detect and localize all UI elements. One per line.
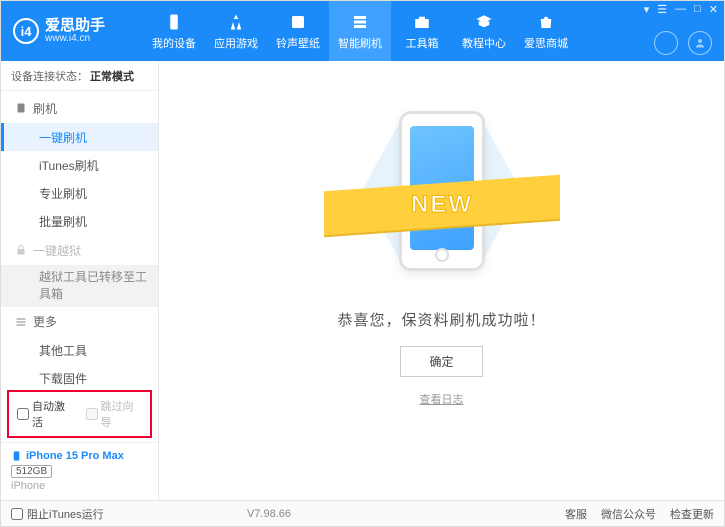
check-auto-activate[interactable]: 自动激活 <box>17 398 74 430</box>
tray-icon[interactable]: ☰ <box>657 3 667 16</box>
footer-link-wechat[interactable]: 微信公众号 <box>601 506 656 522</box>
toolbox-icon <box>412 12 432 32</box>
tab-apps-games[interactable]: 应用游戏 <box>205 1 267 61</box>
dropdown-icon[interactable]: ▾ <box>644 3 650 16</box>
new-ribbon: NEW <box>324 175 560 236</box>
app-url: www.i4.cn <box>45 33 105 44</box>
logo-icon: i4 <box>13 18 39 44</box>
apps-icon <box>226 12 246 32</box>
lock-icon <box>15 244 27 256</box>
main-content: NEW 恭喜您，保资料刷机成功啦！ 确定 查看日志 <box>159 61 724 500</box>
sidebar: 设备连接状态： 正常模式 刷机 一键刷机 iTunes刷机 专业刷机 批量刷机 … <box>1 61 159 500</box>
sidebar-jailbreak-note: 越狱工具已转移至工具箱 <box>1 265 158 307</box>
success-message: 恭喜您，保资料刷机成功啦！ <box>337 309 545 330</box>
sidebar-item-batch-flash[interactable]: 批量刷机 <box>1 207 158 235</box>
sidebar-group-jailbreak: 一键越狱 <box>1 235 158 265</box>
account-button[interactable] <box>688 31 712 55</box>
close-icon[interactable]: ✕ <box>709 3 718 16</box>
logo: i4 爱思助手 www.i4.cn <box>13 18 143 44</box>
menu-icon <box>15 316 27 328</box>
sidebar-item-other-tools[interactable]: 其他工具 <box>1 337 158 365</box>
app-name: 爱思助手 <box>45 18 105 33</box>
footer-link-support[interactable]: 客服 <box>565 506 587 522</box>
ok-button[interactable]: 确定 <box>400 346 482 377</box>
doc-icon <box>15 102 27 114</box>
sidebar-item-pro-flash[interactable]: 专业刷机 <box>1 179 158 207</box>
phone-icon <box>11 449 22 463</box>
app-header: i4 爱思助手 www.i4.cn 我的设备 应用游戏 铃声壁纸 智能刷机 <box>1 1 724 61</box>
top-tabs: 我的设备 应用游戏 铃声壁纸 智能刷机 工具箱 教程中心 <box>143 1 577 61</box>
sidebar-group-flash[interactable]: 刷机 <box>1 93 158 123</box>
tab-ringtones[interactable]: 铃声壁纸 <box>267 1 329 61</box>
sidebar-group-more[interactable]: 更多 <box>1 307 158 337</box>
footer-link-update[interactable]: 检查更新 <box>670 506 714 522</box>
flash-icon <box>350 12 370 32</box>
version-label: V7.98.66 <box>247 508 291 520</box>
sidebar-item-itunes-flash[interactable]: iTunes刷机 <box>1 151 158 179</box>
sidebar-options-box: 自动激活 跳过向导 <box>7 390 152 438</box>
tab-smart-flash[interactable]: 智能刷机 <box>329 1 391 61</box>
ringtone-icon <box>288 12 308 32</box>
tutorial-icon <box>474 12 494 32</box>
device-info[interactable]: iPhone 15 Pro Max 512GB iPhone <box>1 442 158 500</box>
success-illustration: NEW <box>352 91 532 291</box>
check-skip-setup[interactable]: 跳过向导 <box>86 398 143 430</box>
sidebar-item-download-firmware[interactable]: 下载固件 <box>1 365 158 386</box>
maximize-icon[interactable]: □ <box>694 3 701 16</box>
view-log-link[interactable]: 查看日志 <box>420 391 464 407</box>
device-icon <box>164 12 184 32</box>
store-icon <box>536 12 556 32</box>
tab-toolbox[interactable]: 工具箱 <box>391 1 453 61</box>
tab-tutorials[interactable]: 教程中心 <box>453 1 515 61</box>
minimize-icon[interactable]: — <box>675 3 686 16</box>
connection-status: 设备连接状态： 正常模式 <box>1 61 158 91</box>
tab-store[interactable]: 爱思商城 <box>515 1 577 61</box>
tab-my-device[interactable]: 我的设备 <box>143 1 205 61</box>
sidebar-item-oneclick-flash[interactable]: 一键刷机 <box>1 123 158 151</box>
status-bar: 阻止iTunes运行 V7.98.66 客服 微信公众号 检查更新 <box>1 500 724 526</box>
download-button[interactable] <box>654 31 678 55</box>
window-controls: ▾ ☰ — □ ✕ <box>644 3 718 16</box>
check-block-itunes[interactable]: 阻止iTunes运行 <box>11 506 104 522</box>
